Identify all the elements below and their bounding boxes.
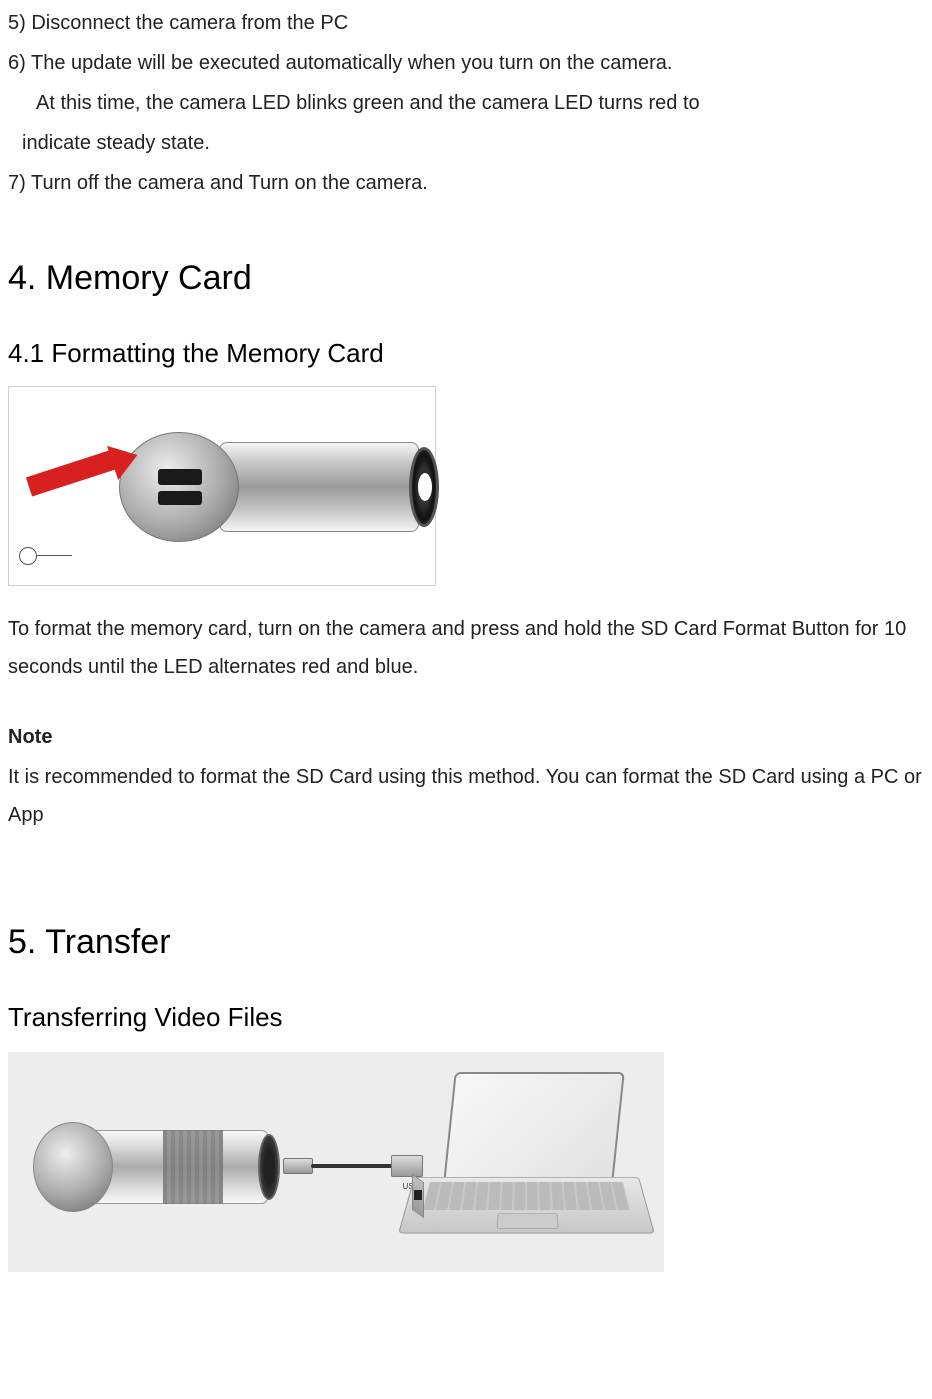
figure-transfer-files: USB bbox=[8, 1052, 664, 1272]
camera-icon bbox=[33, 1122, 283, 1212]
usb-cable-icon: USB bbox=[283, 1152, 423, 1192]
laptop-icon bbox=[414, 1072, 644, 1252]
step-6-line-1: 6) The update will be executed automatic… bbox=[8, 44, 924, 82]
note-text: It is recommended to format the SD Card … bbox=[8, 758, 924, 834]
section-5-heading: 5. Transfer bbox=[8, 910, 924, 975]
pin-tool-icon bbox=[19, 543, 73, 569]
section-4-1-heading: 4.1 Formatting the Memory Card bbox=[8, 329, 924, 378]
format-instructions: To format the memory card, turn on the c… bbox=[8, 610, 924, 686]
section-5-subheading: Transferring Video Files bbox=[8, 993, 924, 1042]
step-6-line-2: At this time, the camera LED blinks gree… bbox=[8, 84, 924, 122]
camera-body-icon bbox=[219, 442, 419, 532]
step-6-line-3: indicate steady state. bbox=[8, 124, 924, 162]
note-heading: Note bbox=[8, 718, 924, 756]
section-4-heading: 4. Memory Card bbox=[8, 246, 924, 311]
camera-rear-cap-icon bbox=[119, 432, 239, 542]
camera-lens-icon bbox=[409, 447, 439, 527]
camera-illustration bbox=[119, 432, 429, 542]
step-7: 7) Turn off the camera and Turn on the c… bbox=[8, 164, 924, 202]
step-5: 5) Disconnect the camera from the PC bbox=[8, 4, 924, 42]
figure-format-memory-card bbox=[8, 386, 436, 586]
